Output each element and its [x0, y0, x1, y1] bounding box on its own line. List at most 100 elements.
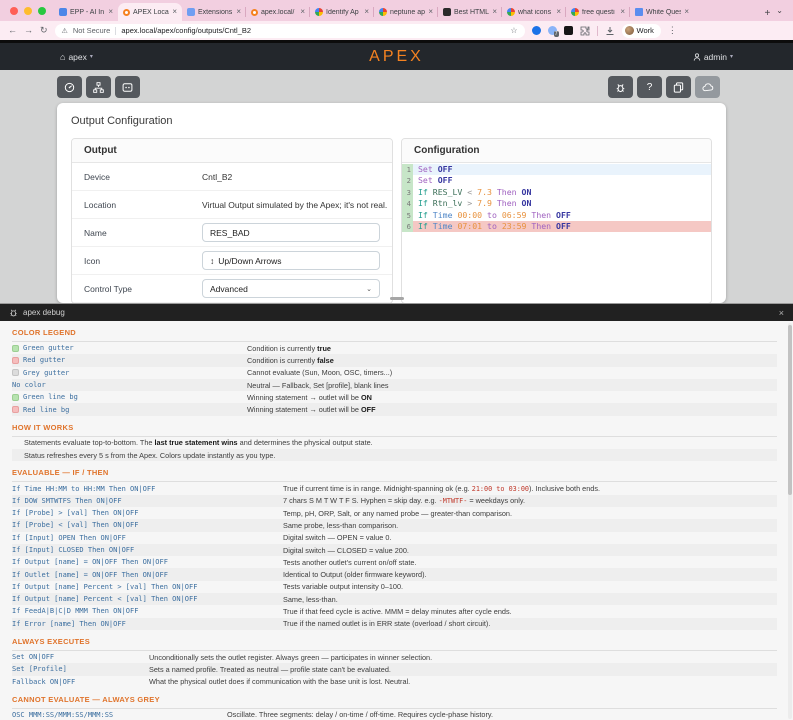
url-text[interactable]: apex.local/apex/config/outputs/Cntl_B2 — [121, 26, 251, 35]
new-tab-button[interactable]: + — [758, 8, 776, 21]
nav-home-menu[interactable]: ⌂ apex ▾ — [60, 52, 93, 62]
tab-close-icon[interactable]: × — [428, 8, 433, 16]
extension-icon[interactable] — [564, 26, 573, 35]
tab-close-icon[interactable]: × — [300, 8, 305, 16]
close-icon[interactable]: × — [779, 308, 784, 318]
code-line[interactable]: 1Set OFF — [402, 164, 711, 175]
debug-vertical-scrollbar[interactable] — [788, 323, 792, 719]
code-text: If Time 00:00 to 06:59 Then OFF — [413, 210, 711, 221]
output-configuration-card: Output Configuration Output DeviceCntl_B… — [57, 103, 726, 303]
row-description: Tests another outlet's current on/off st… — [283, 558, 777, 567]
gutter-line-number: 3 — [402, 187, 413, 198]
gutter-line-number: 1 — [402, 164, 413, 175]
name-input[interactable]: RES_BAD — [202, 223, 380, 242]
code-line[interactable]: 2Set OFF — [402, 175, 711, 186]
token: to — [482, 210, 497, 220]
download-icon[interactable] — [605, 26, 615, 36]
browser-tab[interactable]: White Ques× — [630, 3, 694, 21]
syntax-code: If Time HH:MM to HH:MM Then ON|OFF — [12, 485, 283, 493]
window-close-button[interactable] — [10, 7, 18, 15]
syntax-code: No color — [12, 381, 247, 389]
green-swatch-icon — [12, 345, 19, 352]
gutter-line-number: 4 — [402, 198, 413, 209]
row-description: True if the named outlet is in ERR state… — [283, 619, 777, 628]
syntax-text: OSC MMM:SS/MMM:SS/MMM:SS — [12, 711, 113, 719]
tab-close-icon[interactable]: × — [492, 8, 497, 16]
browser-menu-icon[interactable]: ⋮ — [668, 25, 677, 36]
input-value: RES_BAD — [210, 228, 250, 238]
browser-tab[interactable]: neptune ap× — [374, 3, 438, 21]
profile-chip[interactable]: Work — [622, 24, 661, 38]
address-bar[interactable]: ⚠ Not Secure apex.local/apex/config/outp… — [55, 24, 525, 38]
extensions-puzzle-icon[interactable] — [580, 26, 590, 36]
debug-table-row: Grey gutterCannot evaluate (Sun, Moon, O… — [12, 367, 777, 379]
debug-table-row: Green line bgWinning statement → outlet … — [12, 391, 777, 403]
tab-close-icon[interactable]: × — [556, 8, 561, 16]
icon-input[interactable]: ↕Up/Down Arrows — [202, 251, 380, 270]
red-swatch-icon — [12, 357, 19, 364]
reload-icon[interactable]: ↻ — [40, 26, 48, 35]
bug-button[interactable] — [608, 76, 633, 98]
tab-close-icon[interactable]: × — [236, 8, 241, 16]
browser-tab[interactable]: Best HTML× — [438, 3, 502, 21]
tab-search-chevron-icon[interactable]: ⌄ — [776, 6, 783, 15]
row-description: True if that feed cycle is active. MMM =… — [283, 607, 777, 616]
code-line[interactable]: 5If Time 00:00 to 06:59 Then OFF — [402, 210, 711, 221]
browser-tab[interactable]: APEX Local× — [118, 3, 182, 21]
extension-icon[interactable] — [532, 26, 541, 35]
code-line[interactable]: 3If RES_LV < 7.3 Then ON — [402, 187, 711, 198]
sitemap-button[interactable] — [86, 76, 111, 98]
inline-code: 21:00 to 03:00 — [472, 485, 529, 493]
control-type-input[interactable]: Advanced⌄ — [202, 279, 380, 298]
debug-table-row: Set ON|OFFUnconditionally sets the outle… — [12, 651, 777, 663]
browser-tab[interactable]: Identify Ap× — [310, 3, 374, 21]
gauge-button[interactable] — [57, 76, 82, 98]
extension-badge-icon[interactable] — [548, 26, 557, 35]
token: Rtn_lv — [428, 198, 463, 208]
field-label: Icon — [84, 256, 202, 266]
field-label: Control Type — [84, 284, 202, 294]
browser-tab[interactable]: what icons× — [502, 3, 566, 21]
copy-button[interactable] — [666, 76, 691, 98]
token: Time — [428, 221, 453, 231]
help-button[interactable]: ? — [637, 76, 662, 98]
outlet-button[interactable] — [115, 76, 140, 98]
window-minimize-button[interactable] — [24, 7, 32, 15]
avatar — [625, 26, 634, 35]
tab-title: neptune ap — [390, 9, 425, 16]
cloud-button[interactable] — [695, 76, 720, 98]
syntax-code: If [Probe] > [val] Then ON|OFF — [12, 509, 283, 517]
window-zoom-button[interactable] — [38, 7, 46, 15]
tab-close-icon[interactable]: × — [172, 8, 177, 16]
bookmark-star-icon[interactable]: ☆ — [510, 26, 517, 35]
row-description: Statements evaluate top-to-bottom. The l… — [24, 438, 777, 447]
syntax-code: Green line bg — [12, 393, 247, 401]
browser-tab[interactable]: EPP - AI In× — [54, 3, 118, 21]
forward-icon[interactable]: → — [24, 26, 33, 35]
back-icon[interactable]: ← — [8, 26, 17, 35]
syntax-text: If Output [name] = ON|OFF Then ON|OFF — [12, 558, 168, 566]
code-line[interactable]: 4If Rtn_lv > 7.9 Then ON — [402, 198, 711, 209]
tab-title: White Ques — [646, 9, 681, 16]
tab-close-icon[interactable]: × — [364, 8, 369, 16]
syntax-code: If [Input] OPEN Then ON|OFF — [12, 534, 283, 542]
program-code-editor[interactable]: 1Set OFF2Set OFF3If RES_LV < 7.3 Then ON… — [402, 163, 711, 302]
browser-tab[interactable]: free questi× — [566, 3, 630, 21]
browser-tab[interactable]: apex.local/× — [246, 3, 310, 21]
security-chip[interactable]: Not Secure — [73, 26, 111, 35]
browser-tab-strip: EPP - AI In×APEX Local×Extensions×apex.l… — [0, 0, 793, 21]
syntax-text: Red gutter — [23, 356, 65, 364]
tab-close-icon[interactable]: × — [620, 8, 625, 16]
tab-close-icon[interactable]: × — [108, 8, 113, 16]
code-line[interactable]: 6If Time 07:01 to 23:59 Then OFF — [402, 221, 711, 232]
gutter-line-number: 5 — [402, 210, 413, 221]
browser-tab[interactable]: Extensions× — [182, 3, 246, 21]
syntax-code: If Output [name] Percent < [val] Then ON… — [12, 595, 283, 603]
syntax-text: No color — [12, 381, 46, 389]
row-description: Identical to Output (older firmware keyw… — [283, 570, 777, 579]
tab-close-icon[interactable]: × — [684, 8, 689, 16]
horizontal-scrollbar[interactable] — [390, 297, 404, 300]
row-description: Unconditionally sets the outlet register… — [149, 653, 777, 662]
browser-tabs: EPP - AI In×APEX Local×Extensions×apex.l… — [54, 0, 758, 21]
nav-user-menu[interactable]: admin ▾ — [693, 52, 733, 62]
